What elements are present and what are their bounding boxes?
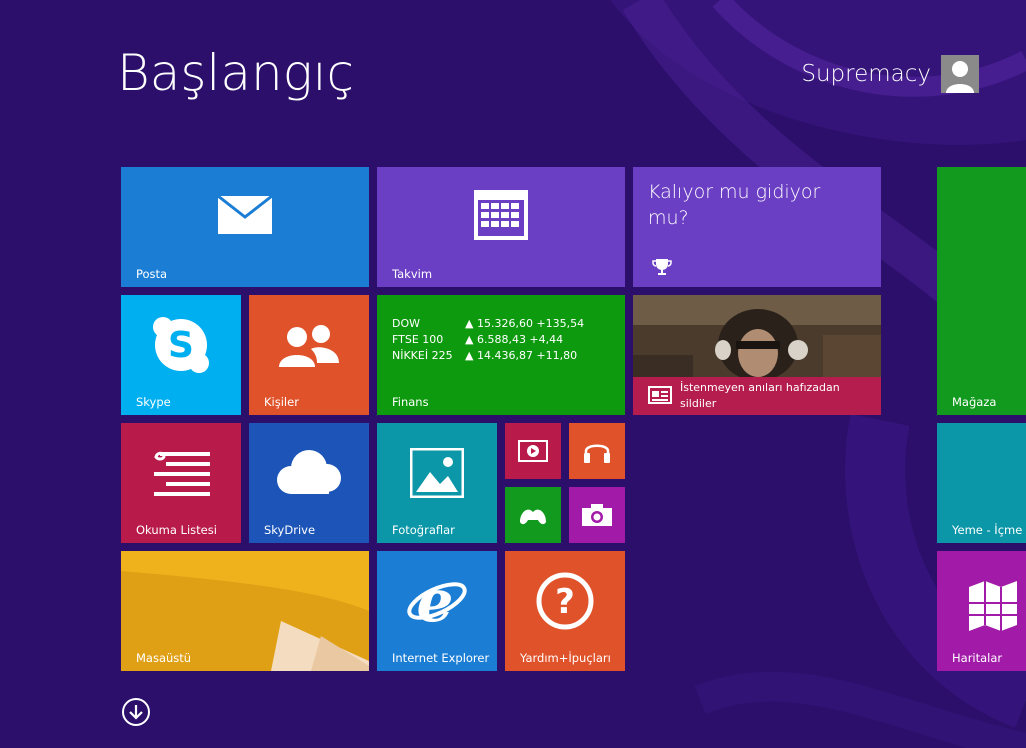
tile-people[interactable]: Kişiler xyxy=(249,295,369,415)
tile-label: Masaüstü xyxy=(136,651,192,665)
cloud-icon xyxy=(277,450,341,495)
user-avatar-icon xyxy=(946,61,974,93)
news-headline: İstenmeyen anıları hafızadan sildiler xyxy=(680,381,840,410)
finance-row: DOW ▲ 15.326,60 +135,54 xyxy=(392,316,584,332)
tile-mail[interactable]: Posta xyxy=(121,167,369,287)
finance-row: NİKKEİ 225 ▲ 14.436,87 +11,80 xyxy=(392,348,584,364)
tile-store[interactable]: Mağaza xyxy=(937,167,1026,415)
news-photo-image xyxy=(633,295,881,381)
tile-label: Posta xyxy=(136,267,168,281)
tile-label: Internet Explorer xyxy=(392,651,490,665)
tile-internet-explorer[interactable]: e Internet Explorer xyxy=(377,551,497,671)
tile-calendar[interactable]: Takvim xyxy=(377,167,625,287)
finance-index-value: ▲ 6.588,43 +4,44 xyxy=(465,333,564,346)
tile-skype[interactable]: S Skype xyxy=(121,295,241,415)
quiz-text: Kalıyor mu gidiyor mu? xyxy=(648,181,821,229)
news-icon xyxy=(648,386,672,404)
tile-label: Mağaza xyxy=(952,395,997,409)
reading-list-icon xyxy=(154,452,210,497)
calendar-icon xyxy=(474,190,528,240)
svg-text:S: S xyxy=(168,325,194,366)
avatar xyxy=(941,55,979,93)
tile-label: Haritalar xyxy=(952,651,1003,665)
finance-index-name: DOW xyxy=(392,317,421,330)
tile-label: Kişiler xyxy=(264,395,299,409)
trophy-icon xyxy=(652,259,672,275)
svg-text:?: ? xyxy=(555,582,575,622)
tile-news[interactable]: İstenmeyen anıları hafızadan sildiler xyxy=(633,295,881,415)
finance-index-value: ▲ 14.436,87 +11,80 xyxy=(465,349,578,362)
tile-video[interactable] xyxy=(505,423,561,479)
user-name: Supremacy xyxy=(801,61,931,87)
tile-finance[interactable]: DOW ▲ 15.326,60 +135,54 FTSE 100 ▲ 6.588… xyxy=(377,295,625,415)
finance-index-value: ▲ 15.326,60 +135,54 xyxy=(465,317,585,330)
news-photo xyxy=(633,295,881,381)
down-arrow-icon xyxy=(122,698,150,726)
photos-icon xyxy=(410,448,464,499)
skype-icon: S xyxy=(153,317,209,374)
tile-music[interactable] xyxy=(569,423,625,479)
tile-label: Yeme - İçme xyxy=(952,523,1023,537)
tile-games[interactable] xyxy=(505,487,561,543)
video-icon xyxy=(518,440,548,462)
mail-icon xyxy=(217,195,273,234)
all-apps-button[interactable] xyxy=(121,697,151,727)
svg-text:e: e xyxy=(417,571,454,631)
maps-icon xyxy=(969,581,1017,631)
headphones-icon xyxy=(584,444,610,463)
tile-label: Fotoğraflar xyxy=(392,523,455,537)
page-title: Başlangıç xyxy=(117,44,355,102)
ie-icon: e xyxy=(407,571,467,631)
tile-photos[interactable]: Fotoğraflar xyxy=(377,423,497,543)
tile-label: Okuma Listesi xyxy=(136,523,217,537)
tile-skydrive[interactable]: SkyDrive xyxy=(249,423,369,543)
news-caption-bar: İstenmeyen anıları hafızadan sildiler xyxy=(633,377,881,415)
tile-food-drink[interactable]: Yeme - İçme xyxy=(937,423,1026,543)
tile-quiz[interactable]: Kalıyor mu gidiyor mu? xyxy=(633,167,881,287)
help-icon: ? xyxy=(536,572,594,630)
tile-help[interactable]: ? Yardım+İpuçları xyxy=(505,551,625,671)
people-icon xyxy=(279,325,339,368)
tile-desktop[interactable]: Masaüstü xyxy=(121,551,369,671)
tile-maps[interactable]: Haritalar xyxy=(937,551,1026,671)
xbox-icon xyxy=(520,509,546,525)
finance-rows: DOW ▲ 15.326,60 +135,54 FTSE 100 ▲ 6.588… xyxy=(392,316,584,364)
tile-label: Finans xyxy=(392,395,429,409)
tile-label: SkyDrive xyxy=(264,523,316,537)
tile-camera[interactable] xyxy=(569,487,625,543)
tile-reading-list[interactable]: Okuma Listesi xyxy=(121,423,241,543)
finance-row: FTSE 100 ▲ 6.588,43 +4,44 xyxy=(392,332,584,348)
finance-index-name: FTSE 100 xyxy=(392,333,444,346)
camera-icon xyxy=(582,504,612,526)
tile-label: Yardım+İpuçları xyxy=(520,651,611,665)
finance-index-name: NİKKEİ 225 xyxy=(392,349,453,362)
tile-label: Takvim xyxy=(392,267,433,281)
user-account[interactable]: Supremacy xyxy=(801,55,979,93)
tile-label: Skype xyxy=(136,395,171,409)
